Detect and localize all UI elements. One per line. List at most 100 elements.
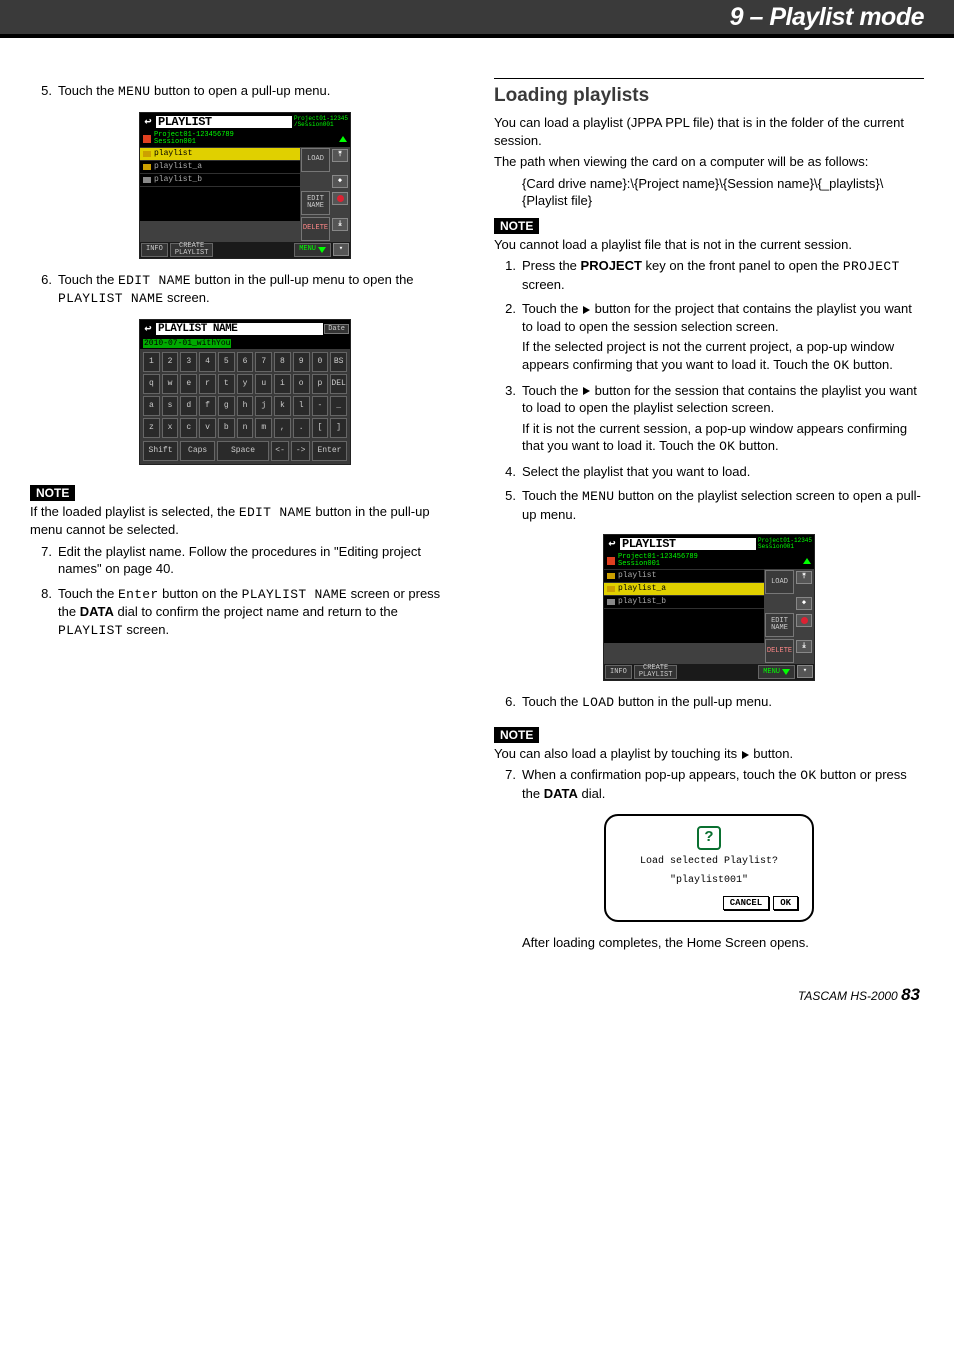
figure-playlist-2: ↩ PLAYLIST Project01-12345Session001 Pro… bbox=[494, 534, 924, 681]
date-button[interactable]: Date bbox=[324, 324, 349, 334]
keyboard-key[interactable]: 6 bbox=[237, 352, 254, 372]
mono: OK bbox=[719, 439, 735, 454]
keyboard-key[interactable]: [ bbox=[312, 418, 329, 438]
text: If it is not the current session, a pop-… bbox=[522, 421, 907, 454]
keyboard-key[interactable]: m bbox=[255, 418, 272, 438]
load-button[interactable]: LOAD bbox=[765, 570, 794, 594]
keyboard-key[interactable]: 5 bbox=[218, 352, 235, 372]
keyboard-key[interactable]: l bbox=[293, 396, 310, 416]
menu-button[interactable]: MENU bbox=[294, 243, 331, 257]
space-key[interactable]: Space bbox=[217, 441, 269, 461]
up-arrow-icon[interactable] bbox=[339, 136, 347, 142]
keyboard-key[interactable]: BS bbox=[330, 352, 347, 372]
list-item[interactable]: playlist_a bbox=[604, 582, 764, 595]
list-item[interactable]: playlist_b bbox=[140, 173, 300, 186]
edit-name-button[interactable]: EDITNAME bbox=[765, 613, 794, 637]
keyboard-key[interactable]: q bbox=[143, 374, 160, 394]
up-arrow-icon[interactable] bbox=[803, 558, 811, 564]
list-item[interactable]: playlist_a bbox=[140, 160, 300, 173]
keyboard-key[interactable]: k bbox=[274, 396, 291, 416]
keyboard-key[interactable]: 7 bbox=[255, 352, 272, 372]
delete-button[interactable]: DELETE bbox=[765, 639, 794, 663]
keyboard-key[interactable]: n bbox=[237, 418, 254, 438]
load-button[interactable]: LOAD bbox=[301, 148, 330, 172]
list-empty bbox=[140, 186, 300, 221]
back-icon[interactable]: ↩ bbox=[140, 116, 156, 128]
keyboard-key[interactable]: y bbox=[237, 374, 254, 394]
create-playlist-button[interactable]: CREATEPLAYLIST bbox=[170, 243, 214, 257]
text: Touch the bbox=[522, 301, 582, 316]
scroll-top-icon[interactable]: ⤒ bbox=[796, 571, 812, 584]
keyboard-key[interactable]: h bbox=[237, 396, 254, 416]
step-number: 5. bbox=[494, 487, 522, 526]
list-item[interactable]: playlist bbox=[140, 147, 300, 160]
scroll-top-icon[interactable]: ⤒ bbox=[332, 149, 348, 162]
cancel-button[interactable]: CANCEL bbox=[723, 896, 769, 910]
keyboard-key[interactable]: 1 bbox=[143, 352, 160, 372]
sort-icon[interactable]: ◆ bbox=[796, 597, 812, 610]
back-icon[interactable]: ↩ bbox=[604, 538, 620, 550]
scroll-bottom-icon[interactable]: ⤓ bbox=[796, 640, 812, 653]
record-icon[interactable] bbox=[796, 614, 812, 627]
close-icon[interactable]: ▾ bbox=[333, 243, 349, 256]
edit-name-button[interactable]: EDITNAME bbox=[301, 191, 330, 215]
keyboard-key[interactable]: v bbox=[199, 418, 216, 438]
delete-button[interactable]: DELETE bbox=[301, 217, 330, 241]
keyboard-key[interactable]: ] bbox=[330, 418, 347, 438]
keyboard-key[interactable]: _ bbox=[330, 396, 347, 416]
shift-key[interactable]: Shift bbox=[143, 441, 178, 461]
keyboard-key[interactable]: z bbox=[143, 418, 160, 438]
step-7: 7. Edit the playlist name. Follow the pr… bbox=[30, 543, 460, 581]
ok-button[interactable]: OK bbox=[773, 896, 798, 910]
keyboard-key[interactable]: s bbox=[162, 396, 179, 416]
keyboard-key[interactable]: a bbox=[143, 396, 160, 416]
right-key[interactable]: -> bbox=[291, 441, 310, 461]
enter-key[interactable]: Enter bbox=[312, 441, 347, 461]
info-button[interactable]: INFO bbox=[141, 243, 168, 257]
mono: OK bbox=[800, 768, 816, 783]
keyboard-key[interactable]: j bbox=[255, 396, 272, 416]
keyboard-key[interactable]: o bbox=[293, 374, 310, 394]
list-item[interactable]: playlist_b bbox=[604, 595, 764, 608]
sort-icon[interactable]: ◆ bbox=[332, 175, 348, 188]
keyboard-key[interactable]: 0 bbox=[312, 352, 329, 372]
keyboard-key[interactable]: b bbox=[218, 418, 235, 438]
keyboard-key[interactable]: f bbox=[199, 396, 216, 416]
record-icon[interactable] bbox=[332, 192, 348, 205]
menu-button[interactable]: MENU bbox=[758, 665, 795, 679]
keyboard-key[interactable]: - bbox=[312, 396, 329, 416]
keyboard-key[interactable]: , bbox=[274, 418, 291, 438]
keyboard-key[interactable]: 2 bbox=[162, 352, 179, 372]
keyboard-key[interactable]: 4 bbox=[199, 352, 216, 372]
fig-title: PLAYLIST bbox=[620, 538, 756, 550]
keyboard-key[interactable]: i bbox=[274, 374, 291, 394]
scroll-bottom-icon[interactable]: ⤓ bbox=[332, 218, 348, 231]
close-icon[interactable]: ▾ bbox=[797, 665, 813, 678]
breadcrumb: Project01-12345/Session001 bbox=[292, 116, 350, 128]
text-entry[interactable]: 2010-07-01_withYou bbox=[140, 338, 350, 349]
keyboard-key[interactable]: w bbox=[162, 374, 179, 394]
info-button[interactable]: INFO bbox=[605, 665, 632, 679]
keyboard-key[interactable]: p bbox=[312, 374, 329, 394]
keyboard-key[interactable]: 9 bbox=[293, 352, 310, 372]
create-playlist-button[interactable]: CREATEPLAYLIST bbox=[634, 665, 678, 679]
keyboard-key[interactable]: e bbox=[180, 374, 197, 394]
list-empty bbox=[604, 608, 764, 643]
keyboard-key[interactable]: DEL bbox=[330, 374, 347, 394]
keyboard-key[interactable]: t bbox=[218, 374, 235, 394]
caps-key[interactable]: Caps bbox=[180, 441, 215, 461]
mono: PLAYLIST bbox=[58, 623, 123, 638]
list-item[interactable]: playlist bbox=[604, 569, 764, 582]
keyboard-key[interactable]: 8 bbox=[274, 352, 291, 372]
keyboard-key[interactable]: g bbox=[218, 396, 235, 416]
keyboard-key[interactable]: . bbox=[293, 418, 310, 438]
keyboard-key[interactable]: c bbox=[180, 418, 197, 438]
keyboard-key[interactable]: u bbox=[255, 374, 272, 394]
keyboard-key[interactable]: x bbox=[162, 418, 179, 438]
path-example: {Card drive name}:\{Project name}\{Sessi… bbox=[494, 175, 924, 210]
back-icon[interactable]: ↩ bbox=[140, 321, 156, 336]
keyboard-key[interactable]: d bbox=[180, 396, 197, 416]
left-key[interactable]: <- bbox=[271, 441, 290, 461]
keyboard-key[interactable]: r bbox=[199, 374, 216, 394]
keyboard-key[interactable]: 3 bbox=[180, 352, 197, 372]
